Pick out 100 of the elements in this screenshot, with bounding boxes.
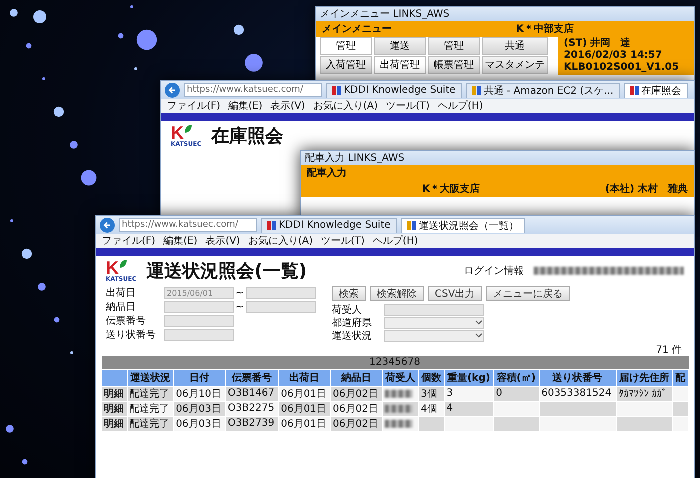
input-field[interactable] bbox=[164, 329, 234, 341]
window-title: 配車入力 LINKS_AWS bbox=[301, 151, 694, 165]
input-field[interactable] bbox=[384, 304, 484, 316]
table-cell: 3個 bbox=[418, 386, 444, 401]
page-favicon-icon bbox=[472, 86, 481, 95]
menu-item[interactable]: 表示(V) bbox=[270, 99, 306, 113]
glowing-dot bbox=[38, 283, 46, 291]
column-header: 納品日 bbox=[330, 369, 382, 386]
menu-item[interactable]: ヘルプ(H) bbox=[372, 234, 418, 248]
blurred-text bbox=[385, 390, 413, 398]
date-time: 2016/02/03 14:57 bbox=[564, 50, 664, 62]
back-arrow-icon bbox=[168, 86, 177, 94]
blurred-text bbox=[385, 420, 413, 428]
menu-item[interactable]: お気に入り(A) bbox=[313, 99, 378, 113]
back-button[interactable] bbox=[100, 218, 115, 232]
table-cell: 60353381524 bbox=[539, 386, 616, 401]
glowing-dot bbox=[136, 30, 158, 50]
detail-link[interactable]: 明細 bbox=[104, 388, 124, 400]
table-cell bbox=[494, 401, 540, 416]
url-field[interactable]: https://www.katsuec.com/ bbox=[119, 218, 257, 232]
branch-name: K＊大阪支店 bbox=[422, 182, 480, 196]
table-cell: 3 bbox=[444, 386, 494, 401]
menu-item[interactable]: 編集(E) bbox=[164, 234, 198, 248]
menu-button[interactable]: 入荷管理 bbox=[320, 56, 372, 74]
result-count: 71 件 bbox=[656, 344, 682, 357]
table-cell: 06月02日 bbox=[330, 401, 382, 416]
glowing-dot bbox=[81, 170, 97, 186]
menu-item[interactable]: ツール(T) bbox=[386, 99, 430, 113]
input-field[interactable] bbox=[164, 301, 234, 313]
action-button[interactable]: メニューに戻る bbox=[486, 286, 570, 301]
page-favicon-icon bbox=[406, 221, 416, 230]
range-separator: ~ bbox=[234, 288, 246, 298]
branch-name: K＊中部支店 bbox=[516, 22, 574, 36]
page-title: 運送状況照会(一覧) bbox=[146, 260, 308, 283]
glowing-dot bbox=[22, 459, 28, 465]
table-cell: 06月02日 bbox=[330, 386, 382, 401]
column-header: 伝票番号 bbox=[226, 369, 279, 386]
glowing-dot bbox=[245, 54, 263, 72]
table-cell: 配達完了 bbox=[127, 401, 174, 416]
menu-item[interactable]: 編集(E) bbox=[228, 99, 263, 113]
page-favicon-icon bbox=[332, 86, 341, 95]
input-field[interactable] bbox=[246, 287, 316, 299]
field-label: 都道府県 bbox=[332, 316, 373, 330]
menu-button[interactable]: 共通 bbox=[482, 37, 548, 55]
dropdown[interactable] bbox=[384, 316, 484, 328]
menu-button[interactable]: 出荷管理 bbox=[374, 56, 426, 74]
blurred-text bbox=[385, 404, 413, 412]
table-cell: 0 bbox=[494, 386, 540, 401]
menu-item[interactable]: ファイル(F) bbox=[102, 234, 156, 248]
browser-tab[interactable]: KDDI Knowledge Suite bbox=[326, 82, 462, 98]
table-cell: 06月01日 bbox=[278, 416, 331, 431]
menu-button[interactable]: 運送 bbox=[374, 37, 426, 55]
menu-item[interactable]: ヘルプ(H) bbox=[438, 99, 484, 113]
menu-button[interactable]: 管理 bbox=[320, 37, 372, 55]
input-field[interactable] bbox=[164, 315, 234, 327]
table-cell: 06月01日 bbox=[278, 401, 331, 416]
page-title: 在庫照会 bbox=[212, 125, 284, 148]
page-favicon-icon bbox=[267, 221, 276, 230]
browser-tab[interactable]: 在庫照会 bbox=[624, 82, 688, 98]
table-cell: O3B2275 bbox=[226, 401, 279, 416]
column-header: 容積(㎥) bbox=[494, 369, 540, 386]
table-cell: 06月03日 bbox=[174, 401, 226, 416]
detail-link[interactable]: 明細 bbox=[104, 418, 124, 430]
field-label: 伝票番号 bbox=[106, 314, 147, 328]
code-bar: 12345678 bbox=[102, 356, 688, 369]
menu-item[interactable]: 表示(V) bbox=[206, 234, 240, 248]
glowing-dot bbox=[42, 78, 46, 80]
glowing-dot bbox=[10, 220, 14, 222]
table-cell: O3B1467 bbox=[226, 386, 279, 401]
glowing-dot bbox=[70, 141, 78, 149]
input-field[interactable] bbox=[246, 301, 316, 313]
table-cell: ﾀｶﾏﾂｼﾝ ｶｶﾞ bbox=[616, 386, 673, 401]
glowing-dot bbox=[70, 352, 74, 354]
field-label: 出荷日 bbox=[106, 286, 137, 300]
table-cell: 06月02日 bbox=[330, 416, 382, 431]
menu-button[interactable]: マスタメンテ bbox=[482, 56, 548, 74]
menu-button[interactable]: 帳票管理 bbox=[428, 56, 480, 74]
detail-link[interactable]: 明細 bbox=[104, 404, 124, 414]
browser-tab[interactable]: KDDI Knowledge Suite bbox=[261, 218, 397, 232]
glowing-dot bbox=[54, 106, 64, 118]
column-header: 重量(kg) bbox=[444, 369, 494, 386]
screen-heading: メインメニュー bbox=[322, 23, 392, 36]
action-button[interactable]: 検索解除 bbox=[370, 286, 424, 301]
action-button[interactable]: 検索 bbox=[332, 286, 366, 301]
menu-item[interactable]: ツール(T) bbox=[321, 234, 365, 248]
action-button[interactable]: CSV出力 bbox=[428, 286, 482, 301]
dropdown[interactable] bbox=[384, 330, 484, 342]
back-button[interactable] bbox=[165, 82, 180, 98]
column-header: 運送状況 bbox=[127, 369, 174, 386]
menu-item[interactable]: ファイル(F) bbox=[167, 99, 221, 113]
menu-item[interactable]: お気に入り(A) bbox=[248, 234, 313, 248]
browser-tab[interactable]: 共通 - Amazon EC2 (スケ... bbox=[466, 82, 620, 98]
table-cell: 4 bbox=[444, 401, 494, 416]
glowing-dot bbox=[130, 6, 134, 8]
user-name: (ST) 井岡 達 bbox=[564, 38, 632, 50]
url-field[interactable]: https://www.katsuec.com/ bbox=[184, 83, 322, 97]
menu-button[interactable]: 管理 bbox=[428, 37, 480, 55]
table-cell bbox=[616, 416, 673, 431]
login-label: ログイン情報 bbox=[464, 264, 524, 278]
browser-tab[interactable]: 運送状況照会（一覧） bbox=[400, 218, 525, 232]
